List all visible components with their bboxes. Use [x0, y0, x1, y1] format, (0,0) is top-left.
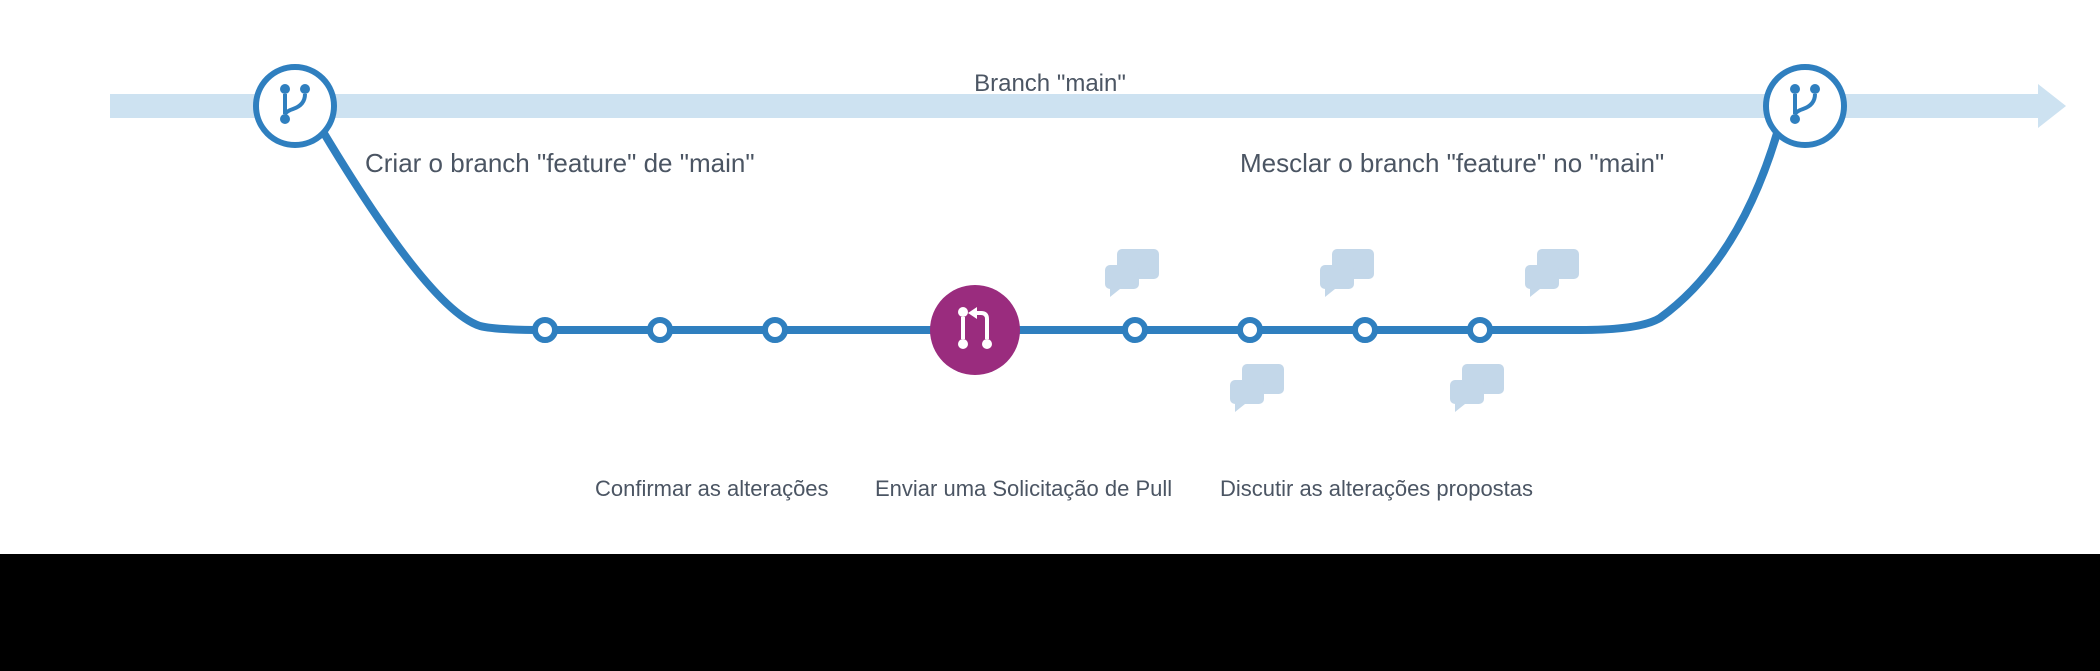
chat-icon — [1105, 249, 1165, 301]
diagram-canvas: Branch "main" Criar o branch "feature" d… — [0, 0, 2100, 554]
commit-dot — [647, 317, 673, 343]
git-branch-icon — [275, 81, 315, 132]
branch-end-node — [1763, 64, 1847, 148]
git-branch-icon — [1785, 81, 1825, 132]
caption-discuss: Discutir as alterações propostas — [1220, 476, 1533, 502]
pull-request-icon — [953, 303, 997, 358]
chat-icon — [1230, 364, 1290, 416]
caption-commit: Confirmar as alterações — [595, 476, 829, 502]
commit-dot — [1237, 317, 1263, 343]
diagram-stage: Branch "main" Criar o branch "feature" d… — [0, 0, 2100, 671]
pull-request-node — [930, 285, 1020, 375]
commit-dot — [1467, 317, 1493, 343]
commit-dot — [762, 317, 788, 343]
chat-icon — [1450, 364, 1510, 416]
chat-icon — [1320, 249, 1380, 301]
caption-pull-request: Enviar uma Solicitação de Pull — [875, 476, 1172, 502]
branch-start-node — [253, 64, 337, 148]
commit-dot — [532, 317, 558, 343]
commit-dot — [1122, 317, 1148, 343]
commit-dot — [1352, 317, 1378, 343]
chat-icon — [1525, 249, 1585, 301]
